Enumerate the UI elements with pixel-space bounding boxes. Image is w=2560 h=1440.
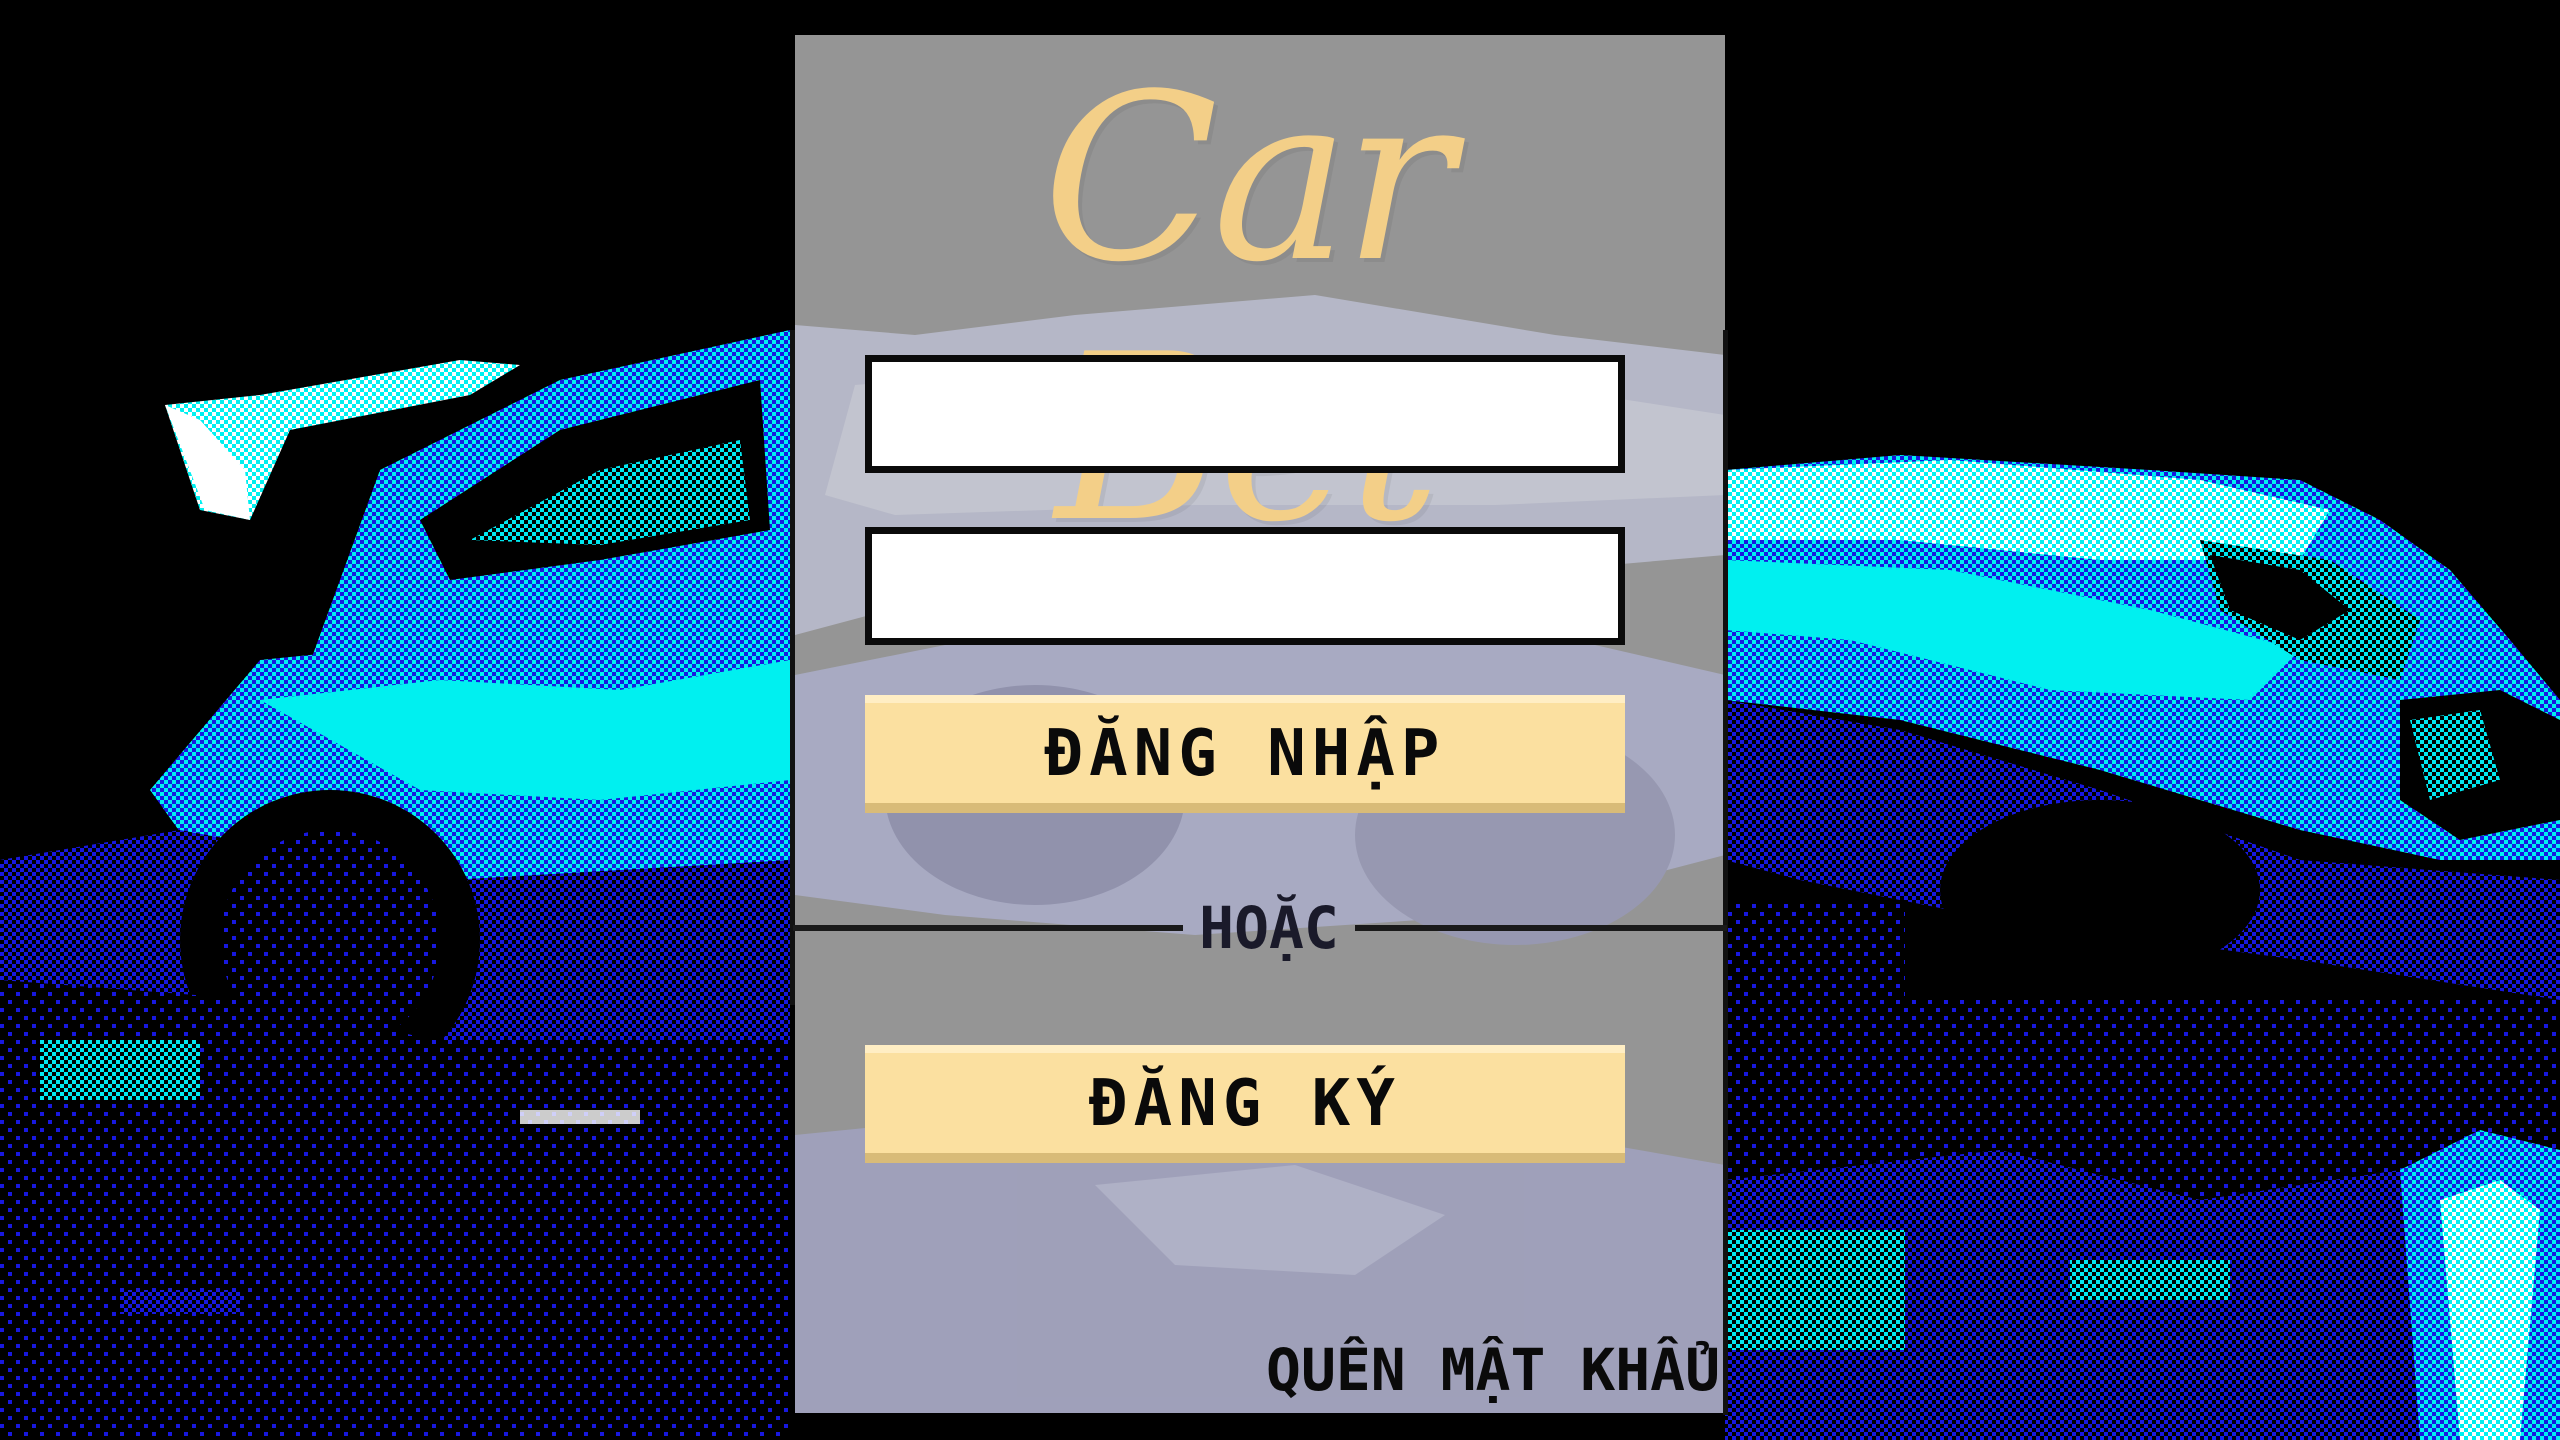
login-screen: Car Bet ĐĂNG NHẬP HOẶC ĐĂNG KÝ QUÊN MẬT …	[0, 0, 2560, 1440]
panel-right-edge	[1723, 330, 1728, 1415]
register-button[interactable]: ĐĂNG KÝ	[865, 1045, 1625, 1163]
password-input[interactable]	[865, 527, 1625, 645]
car-bet-logo: Car Bet	[1042, 46, 1453, 570]
divider-line-left	[793, 925, 1183, 931]
username-input[interactable]	[865, 355, 1625, 473]
car-left-art	[0, 330, 790, 1440]
login-button[interactable]: ĐĂNG NHẬP	[865, 695, 1625, 813]
or-divider-label: HOẶC	[1199, 894, 1339, 962]
car-right-art	[1725, 455, 2560, 1440]
forgot-password-link[interactable]: QUÊN MẬT KHẨU	[1250, 1330, 1720, 1410]
panel-left-edge	[790, 330, 795, 1005]
divider-line-right	[1355, 925, 1727, 931]
